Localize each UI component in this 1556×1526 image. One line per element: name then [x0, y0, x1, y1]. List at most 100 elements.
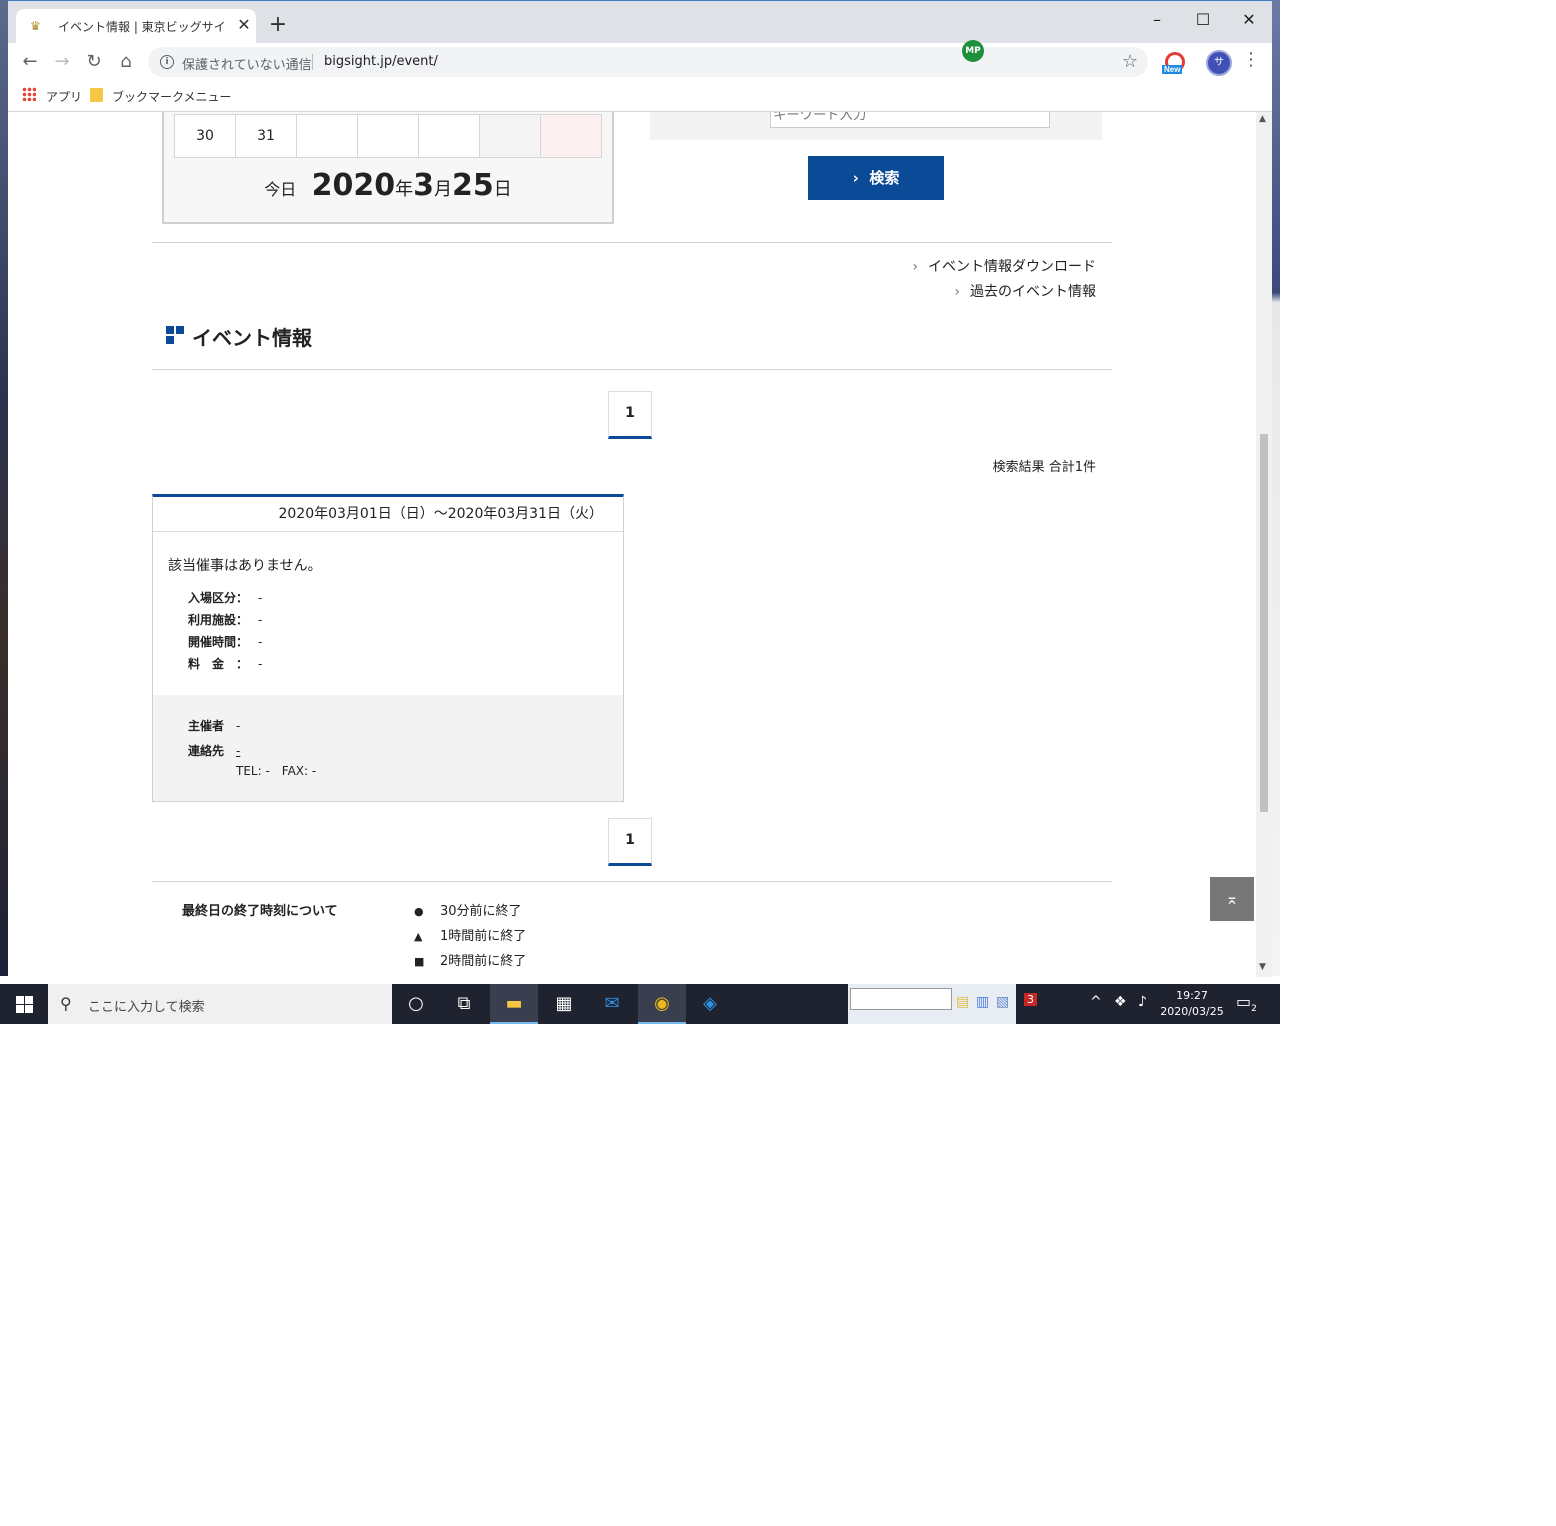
window-close-button[interactable]: ✕: [1226, 5, 1272, 35]
task-view-icon[interactable]: ⧉: [440, 984, 488, 1024]
today-year: 2020: [311, 168, 396, 203]
scroll-down-icon[interactable]: ▼: [1259, 962, 1266, 972]
scroll-thumb[interactable]: [1260, 434, 1268, 812]
search-button[interactable]: › 検索: [808, 156, 944, 200]
address-bar[interactable]: i 保護されていない通信 bigsight.jp/event/ ☆: [148, 47, 1148, 77]
taskbar-clock[interactable]: 19:27 2020/03/25: [1160, 988, 1224, 1020]
calendar-day-cell[interactable]: 30: [174, 114, 236, 158]
site-favicon-icon: ♛: [30, 19, 41, 33]
clock-time: 19:27: [1176, 989, 1208, 1002]
legend-text: 2時間前に終了: [440, 954, 527, 969]
dropbox-icon[interactable]: ❖: [1114, 994, 1127, 1010]
browser-toolbar: ← → ↻ ⌂ i 保護されていない通信 bigsight.jp/event/ …: [8, 43, 1272, 81]
keyword-input[interactable]: [770, 112, 1050, 128]
search-icon: ⚲: [60, 994, 72, 1013]
divider: [152, 881, 1112, 882]
contact-label: 連絡先: [188, 744, 225, 758]
tray-badge[interactable]: 3: [1024, 993, 1037, 1006]
field-label: 料 金 ：: [188, 657, 249, 671]
triangle-icon: ▲: [414, 930, 423, 943]
organizer-label: 主催者: [188, 719, 225, 733]
new-tab-button[interactable]: +: [266, 13, 290, 37]
legend-item: ▲ 1時間前に終了: [414, 925, 526, 944]
divider: [152, 242, 1112, 243]
windows-taskbar: ⚲ ここに入力して検索 ○ ⧉ ▬ ▦ ✉ ◉ ◈ ▤ ▥ ▧ 3 ^ ❖ ♪ …: [0, 984, 1280, 1024]
bookmarks-bar: アプリ ブックマークメニュー: [8, 81, 1272, 112]
field-value: -: [258, 613, 263, 627]
bookmark-apps[interactable]: アプリ: [46, 88, 82, 105]
field-label: 開催時間：: [188, 635, 249, 649]
calendar-sunday-cell: [540, 114, 602, 158]
mail-icon[interactable]: ✉: [588, 984, 636, 1024]
tray-app-icon[interactable]: ▤: [956, 994, 969, 1010]
legend-text: 30分前に終了: [440, 904, 522, 919]
tel-fax: TEL: - FAX: -: [236, 764, 317, 778]
event-field-fee: 料 金 ： -: [188, 655, 262, 672]
contact-link[interactable]: -: [236, 744, 240, 758]
today-day-suffix: 日: [493, 179, 512, 200]
tab-title: イベント情報 | 東京ビッグサイト（東: [58, 20, 228, 34]
chevron-right-icon: ›: [954, 284, 960, 300]
pagination-page-1-bottom[interactable]: 1: [608, 818, 652, 866]
url-text[interactable]: bigsight.jp/event/: [324, 54, 438, 69]
legend-text: 1時間前に終了: [440, 929, 527, 944]
desktop-background-left: [0, 0, 8, 976]
page-scrollbar[interactable]: ▲ ▼: [1256, 112, 1272, 977]
omnibox-separator: [312, 54, 313, 70]
past-events-link[interactable]: › 過去のイベント情報: [954, 281, 1096, 301]
tray-app-icon[interactable]: ▥: [976, 994, 989, 1010]
minimize-button[interactable]: –: [1134, 5, 1180, 35]
bookmark-menu[interactable]: ブックマークメニュー: [112, 88, 232, 105]
reload-icon[interactable]: ↻: [80, 49, 108, 75]
tab-close-icon[interactable]: ✕: [234, 15, 254, 35]
tab-strip: ♛ イベント情報 | 東京ビッグサイト（東 ✕ + – ☐ ✕: [8, 1, 1272, 43]
section-title: イベント情報: [192, 326, 312, 350]
chevron-up-icon[interactable]: ^: [1090, 994, 1102, 1010]
browser-window: ♛ イベント情報 | 東京ビッグサイト（東 ✕ + – ☐ ✕ ← → ↻ ⌂ …: [8, 0, 1272, 977]
mp-extension-badge[interactable]: MP: [962, 40, 984, 62]
folder-icon: [90, 88, 103, 102]
no-events-text: 該当催事はありません。: [168, 558, 322, 574]
page-top-button[interactable]: ⌅: [1210, 877, 1254, 921]
pagination-page-1[interactable]: 1: [608, 391, 652, 439]
home-icon[interactable]: ⌂: [112, 49, 140, 75]
cortana-icon[interactable]: ○: [392, 984, 440, 1024]
past-events-link-label: 過去のイベント情報: [970, 284, 1096, 300]
notification-count: 2: [1251, 1004, 1257, 1015]
menu-kebab-icon[interactable]: ⋮: [1242, 49, 1260, 70]
maximize-button[interactable]: ☐: [1180, 5, 1226, 35]
calendar-day-cell[interactable]: 31: [235, 114, 297, 158]
back-icon[interactable]: ←: [16, 49, 44, 75]
taskbar-combo-box[interactable]: [850, 988, 952, 1010]
legend-title: 最終日の終了時刻について: [182, 904, 338, 919]
taskbar-search-placeholder: ここに入力して検索: [88, 1000, 205, 1015]
page-content: 30 31 今日 2020年3月25日 › 検索 ›イベント情報ダウンロード: [8, 112, 1256, 977]
chrome-icon[interactable]: ◉: [638, 984, 686, 1024]
info-icon[interactable]: i: [160, 55, 174, 69]
taskbar-search-box[interactable]: ⚲ ここに入力して検索: [48, 984, 392, 1024]
apps-icon[interactable]: [22, 87, 36, 101]
bookmark-star-icon[interactable]: ☆: [1122, 51, 1138, 72]
section-title-icon: [166, 326, 188, 348]
file-explorer-icon[interactable]: ▬: [490, 984, 538, 1024]
app-icon[interactable]: ◈: [686, 984, 734, 1024]
event-field-hours: 開催時間： -: [188, 633, 262, 650]
windows-start-button[interactable]: [0, 984, 48, 1024]
notification-icon[interactable]: ▭2: [1236, 992, 1257, 1014]
scroll-up-icon[interactable]: ▲: [1259, 114, 1266, 124]
extension-icon[interactable]: New: [1162, 51, 1186, 75]
chevron-right-icon: ›: [912, 259, 918, 275]
calendar-empty-cell: [418, 114, 480, 158]
forward-icon[interactable]: →: [48, 49, 76, 75]
tray-app-icon[interactable]: ▧: [996, 994, 1009, 1010]
profile-avatar[interactable]: サ: [1206, 50, 1232, 76]
field-value: -: [258, 591, 263, 605]
calendar-saturday-cell: [479, 114, 541, 158]
search-button-arrow-icon: ›: [852, 169, 859, 187]
store-icon[interactable]: ▦: [540, 984, 588, 1024]
download-link[interactable]: › イベント情報ダウンロード: [912, 256, 1096, 276]
search-panel: [650, 112, 1102, 140]
field-label: 利用施設：: [188, 613, 249, 627]
tab-active[interactable]: ♛ イベント情報 | 東京ビッグサイト（東 ✕: [16, 9, 256, 43]
volume-icon[interactable]: ♪: [1138, 994, 1147, 1010]
